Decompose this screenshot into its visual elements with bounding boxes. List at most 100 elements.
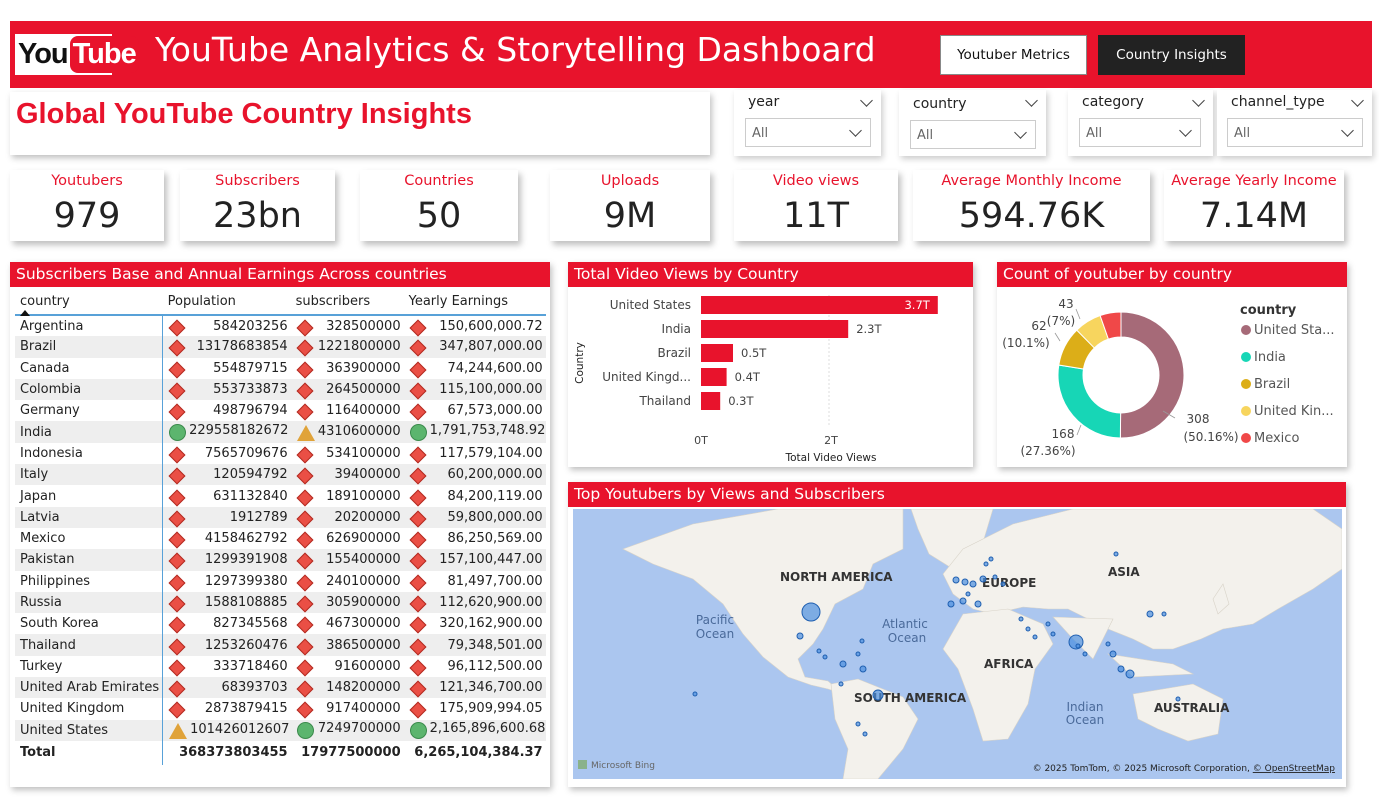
legend-item[interactable]: Brazil [1254, 377, 1290, 392]
youtuber-bubble[interactable] [859, 665, 867, 673]
youtuber-bubble[interactable] [947, 600, 955, 608]
bar[interactable] [701, 296, 938, 314]
bar[interactable] [701, 392, 721, 410]
chevron-down-icon[interactable] [1192, 94, 1205, 107]
youtuber-bubble[interactable] [1117, 665, 1125, 673]
bar[interactable] [701, 320, 849, 338]
legend-item[interactable]: United Sta... [1254, 323, 1335, 338]
bar-value-label: 0.3T [728, 394, 754, 408]
country-insights-button[interactable]: Country Insights [1098, 35, 1245, 75]
youtuber-bubble[interactable] [1109, 650, 1117, 658]
youtuber-bubble[interactable] [855, 721, 861, 727]
youtuber-bubble[interactable] [1125, 669, 1135, 679]
table-row[interactable]: Turkey 333718460 91600000 96,112,500.00 [15, 655, 546, 678]
youtuber-bubble[interactable] [1175, 696, 1181, 702]
chevron-down-icon[interactable] [1351, 94, 1364, 107]
youtuber-bubble[interactable] [1045, 621, 1051, 627]
category-dropdown[interactable]: All [1079, 118, 1201, 147]
youtuber-bubble[interactable] [839, 660, 847, 668]
table-row[interactable]: Brazil 13178683854 1221800000 347,807,000.0… [15, 336, 546, 358]
column-header-subscribers[interactable]: subscribers [290, 288, 404, 316]
table-row[interactable]: India 229558182672 4310600000 1,791,753,748… [15, 421, 546, 443]
youtuber-bubble[interactable] [988, 556, 994, 562]
youtuber-bubble[interactable] [992, 574, 998, 580]
table-row[interactable]: Indonesia 7565709676 534100000 117,579,104.… [15, 442, 546, 465]
column-header-population[interactable]: Population [162, 288, 291, 316]
donut-legend[interactable]: United Sta... India Brazil United Kin... Mex… [1241, 323, 1335, 446]
table-row[interactable]: Argentina 584203256 328500000 150,600,000.7… [15, 315, 546, 337]
table-row[interactable]: Mexico 4158462792 626900000 86,250,569.00 [15, 527, 546, 550]
world-map[interactable]: NORTH AMERICA EUROPE ASIA AFRICA SOUTH A… [573, 509, 1342, 779]
channel-type-dropdown[interactable]: All [1227, 118, 1363, 147]
youtuber-bubble[interactable] [1113, 551, 1119, 557]
youtuber-bubble[interactable] [1032, 634, 1038, 640]
year-dropdown[interactable]: All [745, 118, 871, 147]
youtuber-bubble[interactable] [862, 731, 868, 737]
red-diamond-icon [296, 701, 314, 719]
bar[interactable] [701, 344, 733, 362]
table-row[interactable]: Canada 554879715 363900000 74,244,600.00 [15, 357, 546, 379]
views-chart-title: Total Video Views by Country [568, 262, 973, 287]
youtuber-bubble[interactable] [969, 580, 977, 588]
table-row[interactable]: Italy 120594792 39400000 60,200,000.00 [15, 464, 546, 486]
table-row[interactable]: Russia 1588108885 305900000 112,620,900.00 [15, 591, 546, 614]
donut-svg: 308 (50.16%) 168 (27.36%) 62 (10.1%) 43 … [1002, 297, 1335, 458]
youtuber-bubble[interactable] [1025, 626, 1031, 632]
chevron-down-icon[interactable] [1025, 94, 1038, 107]
youtuber-bubble[interactable] [974, 600, 982, 608]
youtuber-bubble[interactable] [1075, 643, 1081, 649]
youtuber-bubble[interactable] [796, 632, 804, 640]
youtuber-bubble[interactable] [801, 602, 821, 622]
youtuber-bubble[interactable] [855, 651, 861, 657]
subscribers-cell: 305900000 [290, 591, 404, 614]
bar[interactable] [701, 368, 727, 386]
youtuber-bubble[interactable] [838, 681, 844, 687]
table-row[interactable]: Philippines 1297399380 240100000 81,497,700… [15, 570, 546, 592]
youtuber-bubble[interactable] [961, 578, 969, 586]
sort-ascending-icon[interactable] [20, 310, 30, 316]
country-cell: Mexico [20, 531, 66, 547]
youtuber-bubble[interactable] [822, 654, 828, 660]
donut-slice[interactable] [1119, 311, 1185, 439]
table-row[interactable]: United States 101426012607 7249700000 2,165… [15, 719, 546, 741]
channel-type-slicer[interactable]: channel_type All [1217, 90, 1372, 156]
year-slicer[interactable]: year All [734, 90, 881, 156]
country-dropdown[interactable]: All [910, 120, 1036, 149]
youtuber-bubble[interactable] [872, 689, 884, 701]
youtuber-bubble[interactable] [859, 638, 865, 644]
youtuber-metrics-button[interactable]: Youtuber Metrics [940, 35, 1087, 75]
table-row[interactable]: Germany 498796794 116400000 67,573,000.00 [15, 400, 546, 422]
legend-item[interactable]: Mexico [1254, 431, 1299, 446]
table-row[interactable]: Thailand 1253260476 386500000 79,348,501.00 [15, 634, 546, 656]
table-row[interactable]: Latvia 1912789 20200000 59,800,000.00 [15, 506, 546, 528]
youtuber-bubble[interactable] [1146, 610, 1154, 618]
youtuber-bubble[interactable] [1018, 616, 1024, 622]
table-row[interactable]: South Korea 827345568 467300000 320,162,900… [15, 613, 546, 635]
donut-label: 43 [1058, 297, 1073, 311]
youtuber-bubble[interactable] [1082, 651, 1088, 657]
youtuber-bubble[interactable] [692, 691, 698, 697]
youtuber-bubble[interactable] [1161, 611, 1167, 617]
youtuber-bubble[interactable] [1050, 631, 1056, 637]
table-row[interactable]: Colombia 553733873 264500000 115,100,000.00 [15, 378, 546, 401]
youtuber-bubble[interactable] [1105, 641, 1111, 647]
population-cell: 120594792 [162, 464, 291, 486]
youtuber-bubble[interactable] [1000, 581, 1006, 587]
youtuber-bubble[interactable] [959, 597, 967, 605]
legend-item[interactable]: India [1254, 350, 1286, 365]
category-slicer[interactable]: category All [1068, 90, 1213, 156]
youtuber-bubble[interactable] [816, 648, 822, 654]
column-header-country[interactable]: country [15, 288, 163, 316]
table-row[interactable]: United Arab Emirates 68393703 148200000 121… [15, 677, 546, 699]
legend-item[interactable]: United Kin... [1254, 404, 1334, 419]
table-row[interactable]: Japan 631132840 189100000 84,200,119.00 [15, 485, 546, 507]
table-row[interactable]: United Kingdom 2873879415 917400000 175,909… [15, 698, 546, 720]
youtuber-bubble[interactable] [983, 561, 989, 567]
youtuber-bubble[interactable] [965, 591, 971, 597]
table-row[interactable]: Pakistan 1299391908 155400000 157,100,447.0… [15, 549, 546, 571]
youtuber-bubble[interactable] [979, 575, 987, 583]
youtuber-bubble[interactable] [952, 576, 960, 584]
country-slicer[interactable]: country All [899, 90, 1046, 156]
column-header-yearly-earnings[interactable]: Yearly Earnings [403, 288, 546, 316]
chevron-down-icon[interactable] [860, 94, 873, 107]
